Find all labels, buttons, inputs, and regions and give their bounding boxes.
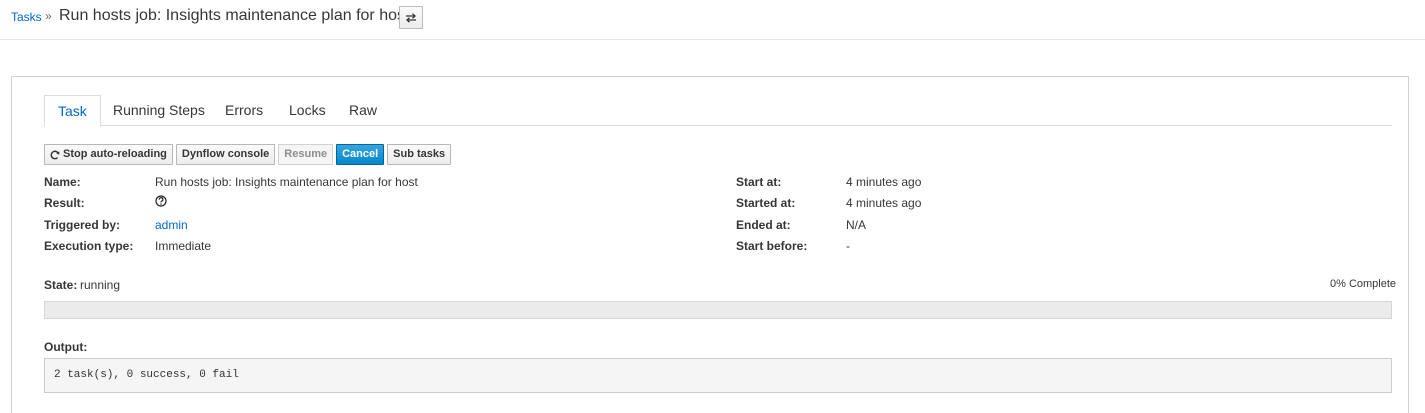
triggered-by-label: Triggered by: [44, 218, 121, 232]
start-at-label: Start at: [736, 175, 782, 189]
task-actions: Stop auto-reloading Dynflow console Resu… [44, 144, 452, 165]
ended-at-label: Ended at: [736, 218, 791, 232]
result-value [155, 195, 167, 210]
cancel-button[interactable]: Cancel [336, 144, 385, 165]
triggered-by-link[interactable]: admin [155, 218, 188, 232]
state-value: running [80, 278, 121, 292]
page-header: Tasks » Run hosts job: Insights maintena… [0, 0, 1425, 40]
tab-task[interactable]: Task [44, 95, 101, 127]
execution-type-value: Immediate [155, 239, 212, 253]
ended-at-value: N/A [846, 218, 867, 232]
resume-button[interactable]: Resume [278, 144, 334, 165]
switch-icon [406, 12, 416, 23]
task-panel: Task Running Steps Errors Locks Raw Stop… [11, 76, 1409, 413]
tab-running-steps[interactable]: Running Steps [100, 95, 218, 126]
page-title: Run hosts job: Insights maintenance plan… [59, 7, 410, 24]
tab-locks[interactable]: Locks [276, 95, 339, 126]
stop-auto-reloading-button[interactable]: Stop auto-reloading [44, 144, 173, 165]
tab-raw[interactable]: Raw [336, 95, 390, 126]
name-value: Run hosts job: Insights maintenance plan… [155, 175, 418, 189]
start-at-value: 4 minutes ago [846, 175, 922, 189]
breadcrumb-separator: » [45, 9, 52, 23]
output-label: Output: [44, 340, 88, 354]
sub-tasks-button[interactable]: Sub tasks [387, 144, 452, 165]
task-tabs: Task Running Steps Errors Locks Raw [44, 95, 1392, 127]
result-label: Result: [44, 196, 85, 210]
output-box: 2 task(s), 0 success, 0 fail [44, 358, 1392, 393]
started-at-label: Started at: [736, 196, 796, 210]
dynflow-console-button[interactable]: Dynflow console [175, 144, 276, 165]
progress-text: 0% Complete [1330, 278, 1397, 290]
switcher-button[interactable] [399, 6, 423, 29]
execution-type-label: Execution type: [44, 239, 134, 253]
start-before-value: - [846, 239, 850, 253]
state-label: State: [44, 278, 78, 292]
breadcrumb-tasks-link[interactable]: Tasks [11, 10, 42, 24]
started-at-value: 4 minutes ago [846, 196, 922, 210]
progress-bar [44, 301, 1392, 319]
name-label: Name: [44, 175, 81, 189]
stop-auto-reloading-label: Stop auto-reloading [63, 148, 167, 160]
question-circle-icon [155, 195, 167, 207]
start-before-label: Start before: [736, 239, 808, 253]
tab-errors[interactable]: Errors [212, 95, 276, 126]
refresh-icon [50, 150, 60, 159]
